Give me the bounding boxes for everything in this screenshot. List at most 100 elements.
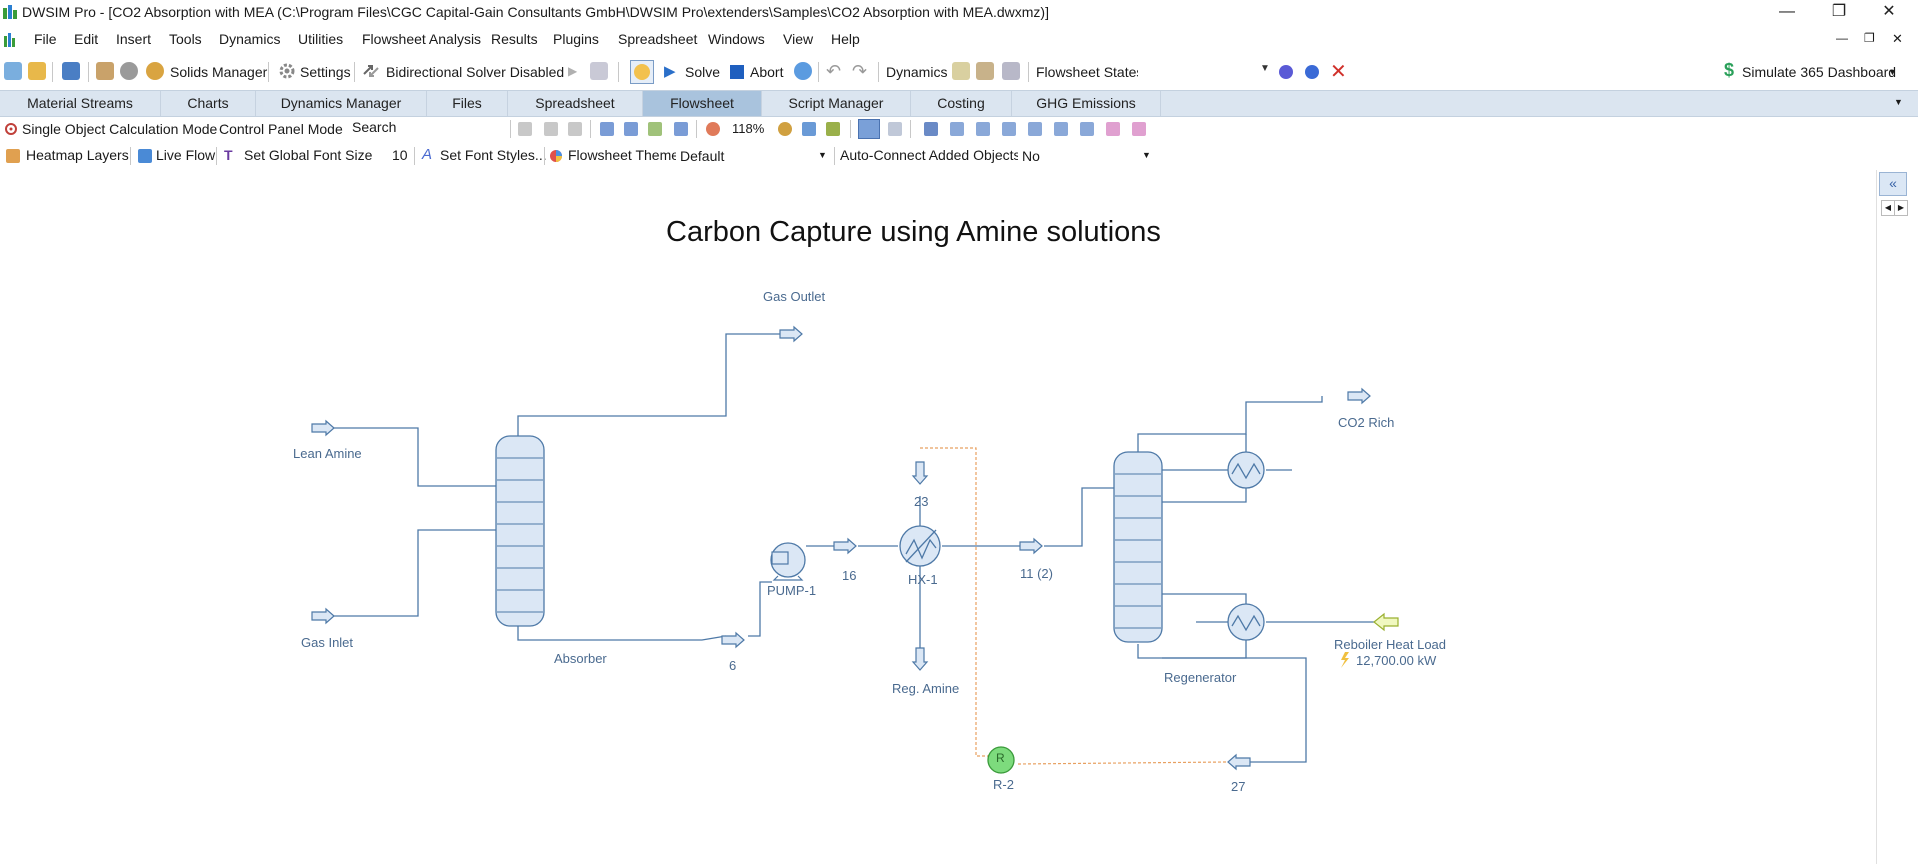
- mdi-close-button[interactable]: ✕: [1892, 31, 1903, 47]
- zoom-fit-icon[interactable]: [802, 122, 816, 136]
- text-icon[interactable]: [600, 122, 614, 136]
- font-size-input[interactable]: 10: [392, 147, 410, 163]
- align-bottom-icon[interactable]: [1080, 122, 1094, 136]
- dynamic-settings-icon[interactable]: [976, 62, 994, 80]
- simulate-365-dashboard-button[interactable]: Simulate 365 Dashboard: [1742, 64, 1896, 80]
- reboiler-heat-load-stream[interactable]: [1373, 612, 1399, 632]
- menu-utilities[interactable]: Utilities: [298, 31, 343, 47]
- live-flow-button[interactable]: Live Flow: [156, 147, 215, 163]
- bidirectional-solver-toggle[interactable]: Bidirectional Solver Disabled: [386, 64, 564, 80]
- menu-help[interactable]: Help: [831, 31, 860, 47]
- stream-16[interactable]: [833, 538, 857, 554]
- open-folder-icon[interactable]: [28, 62, 46, 80]
- align-top-icon[interactable]: [1028, 122, 1042, 136]
- menu-results[interactable]: Results: [491, 31, 538, 47]
- restore-button[interactable]: ❐: [1816, 0, 1862, 26]
- dynamics-button[interactable]: Dynamics: [886, 64, 947, 80]
- zoom-in-icon[interactable]: [778, 122, 792, 136]
- undo-icon[interactable]: ↶: [826, 61, 841, 82]
- absorber-column[interactable]: [495, 435, 545, 627]
- heat-exchanger-hx1[interactable]: [899, 525, 941, 567]
- flowsheet-theme-dropdown[interactable]: Default ▼: [676, 146, 830, 166]
- zoom-default-icon[interactable]: [826, 122, 840, 136]
- align-right-icon[interactable]: [1002, 122, 1016, 136]
- tab-flowsheet[interactable]: Flowsheet: [643, 91, 762, 116]
- menu-spreadsheet[interactable]: Spreadsheet: [618, 31, 697, 47]
- paste-icon[interactable]: [568, 122, 582, 136]
- dynamic-charts-icon[interactable]: [1002, 62, 1020, 80]
- tab-files[interactable]: Files: [427, 91, 508, 116]
- gear-icon[interactable]: [278, 62, 296, 80]
- edit-notes-icon[interactable]: [96, 62, 114, 80]
- align-center-icon[interactable]: [976, 122, 990, 136]
- grid-toggle[interactable]: [858, 119, 880, 139]
- tab-costing[interactable]: Costing: [911, 91, 1012, 116]
- app-menu-icon[interactable]: [4, 33, 16, 47]
- collapse-panel-icon[interactable]: «: [1879, 172, 1907, 196]
- pump-1[interactable]: [770, 542, 806, 581]
- align-left-icon[interactable]: [950, 122, 964, 136]
- tab-overflow-icon[interactable]: ▼: [1894, 97, 1903, 107]
- minimize-button[interactable]: —: [1764, 0, 1810, 26]
- components-icon[interactable]: [120, 62, 138, 80]
- rectangle-icon[interactable]: [674, 122, 688, 136]
- distribute-v-icon[interactable]: [1132, 122, 1146, 136]
- stream-27[interactable]: [1227, 754, 1251, 770]
- flowsheet-canvas[interactable]: Carbon Capture using Amine solutions Gas…: [0, 170, 1876, 864]
- gas-outlet-stream[interactable]: [779, 326, 803, 342]
- menu-windows[interactable]: Windows: [708, 31, 765, 47]
- solve-icon[interactable]: ▶: [664, 62, 676, 80]
- auto-connect-dropdown[interactable]: No ▼: [1018, 146, 1154, 166]
- calculator-toggle[interactable]: [630, 60, 654, 84]
- menu-tools[interactable]: Tools: [169, 31, 202, 47]
- stream-6[interactable]: [721, 632, 745, 648]
- scroll-right-icon[interactable]: ▶: [1894, 200, 1908, 216]
- condenser[interactable]: [1227, 451, 1265, 489]
- single-object-mode-button[interactable]: Single Object Calculation Mode: [22, 121, 217, 137]
- lean-amine-stream[interactable]: [311, 420, 335, 436]
- settings-button[interactable]: Settings: [300, 64, 351, 80]
- tab-charts[interactable]: Charts: [161, 91, 256, 116]
- table-icon[interactable]: [624, 122, 638, 136]
- copy-icon[interactable]: [544, 122, 558, 136]
- tab-material-streams[interactable]: Material Streams: [0, 91, 161, 116]
- stream-11[interactable]: [1019, 538, 1043, 554]
- menu-insert[interactable]: Insert: [116, 31, 151, 47]
- search-input[interactable]: [400, 119, 504, 137]
- zoom-icon[interactable]: [706, 122, 720, 136]
- solve-button[interactable]: Solve: [685, 64, 720, 80]
- delete-state-icon[interactable]: ✕: [1330, 59, 1347, 84]
- tab-spreadsheet[interactable]: Spreadsheet: [508, 91, 643, 116]
- solids-manager-icon[interactable]: [146, 62, 164, 80]
- menu-dynamics[interactable]: Dynamics: [219, 31, 280, 47]
- abort-icon[interactable]: [730, 65, 744, 79]
- reg-amine-stream[interactable]: [912, 647, 928, 671]
- distribute-h-icon[interactable]: [1106, 122, 1120, 136]
- bidirectional-solver-icon[interactable]: [362, 62, 380, 80]
- snap-icon[interactable]: [888, 122, 902, 136]
- mdi-restore-button[interactable]: ❐: [1864, 31, 1875, 45]
- save-icon[interactable]: [62, 62, 80, 80]
- menu-flowsheet-analysis[interactable]: Flowsheet Analysis: [362, 31, 481, 47]
- menu-view[interactable]: View: [783, 31, 813, 47]
- stream-23[interactable]: [912, 461, 928, 485]
- restore-state-icon[interactable]: [1304, 62, 1320, 80]
- control-panel-mode-button[interactable]: Control Panel Mode: [219, 121, 343, 137]
- menu-plugins[interactable]: Plugins: [553, 31, 599, 47]
- new-file-icon[interactable]: [4, 62, 22, 80]
- reboiler[interactable]: [1227, 603, 1265, 641]
- scroll-left-icon[interactable]: ◀: [1881, 200, 1895, 216]
- integrator-icon[interactable]: [952, 62, 970, 80]
- image-icon[interactable]: [648, 122, 662, 136]
- gas-inlet-stream[interactable]: [311, 608, 335, 624]
- multi-select-icon[interactable]: [924, 122, 938, 136]
- menu-edit[interactable]: Edit: [74, 31, 98, 47]
- close-button[interactable]: ✕: [1866, 0, 1912, 26]
- tab-dynamics-manager[interactable]: Dynamics Manager: [256, 91, 427, 116]
- menu-file[interactable]: File: [34, 31, 57, 47]
- cut-icon[interactable]: [518, 122, 532, 136]
- tab-ghg-emissions[interactable]: GHG Emissions: [1012, 91, 1161, 116]
- heatmap-layers-button[interactable]: Heatmap Layers: [26, 147, 129, 163]
- tab-script-manager[interactable]: Script Manager: [762, 91, 911, 116]
- mdi-minimize-button[interactable]: —: [1836, 31, 1848, 45]
